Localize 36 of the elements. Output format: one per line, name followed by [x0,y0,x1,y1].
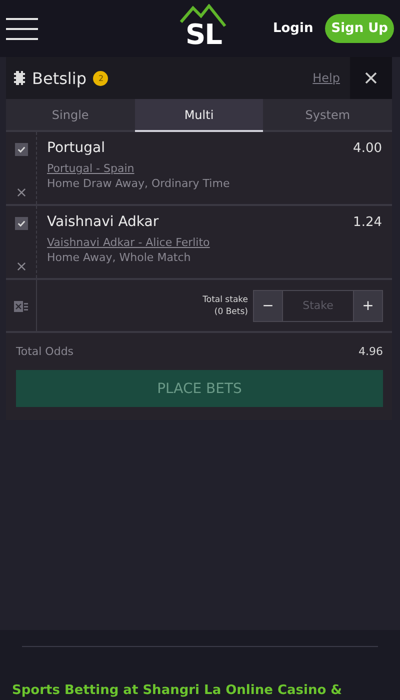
plus-button[interactable]: + [353,290,383,322]
total-stake-label: Total stake [202,294,248,306]
remove-button[interactable] [15,260,27,272]
odds-value: 1.24 [353,214,382,230]
footer-heading: Sports Betting at Shangri La Online Casino & [11,683,343,700]
tab[interactable]: System [263,99,392,130]
stake-field[interactable]: Stake [283,290,353,322]
tab[interactable]: Single [6,99,135,130]
logo-text: SL [185,18,222,50]
clear-icon[interactable] [13,298,29,312]
count-badge: 2 [93,70,108,86]
market-text: Home Away, Whole Match [47,251,192,264]
event-link[interactable]: Vaishnavi Adkar - Alice Ferlito [47,236,210,249]
tab[interactable]: Multi [134,99,264,132]
total-odds-value: 4.96 [358,345,383,358]
ticket-icon [14,71,25,85]
selection-name: Vaishnavi Adkar [47,214,159,230]
close-button[interactable] [350,57,392,99]
menu-icon[interactable] [6,18,38,40]
minus-button[interactable]: − [253,290,283,322]
betslip-title: Betslip [32,68,86,88]
close-icon[interactable] [365,72,377,84]
logo[interactable]: SL [177,4,230,54]
odds-value: 4.00 [353,140,382,156]
help-link[interactable]: Help [312,71,340,85]
event-link[interactable]: Portugal - Spain [47,162,134,175]
total-odds-label: Total Odds [16,345,74,358]
bets-count: (0 Bets) [214,306,248,318]
login-link[interactable]: Login [272,21,314,36]
checkbox[interactable] [14,217,28,230]
remove-button[interactable] [15,186,27,198]
sign-up-button[interactable]: Sign Up [325,14,394,43]
selection-name: Portugal [47,140,105,156]
market-text: Home Draw Away, Ordinary Time [47,177,231,190]
checkbox[interactable] [14,143,28,156]
place-bets-button[interactable]: PLACE BETS [16,370,383,407]
